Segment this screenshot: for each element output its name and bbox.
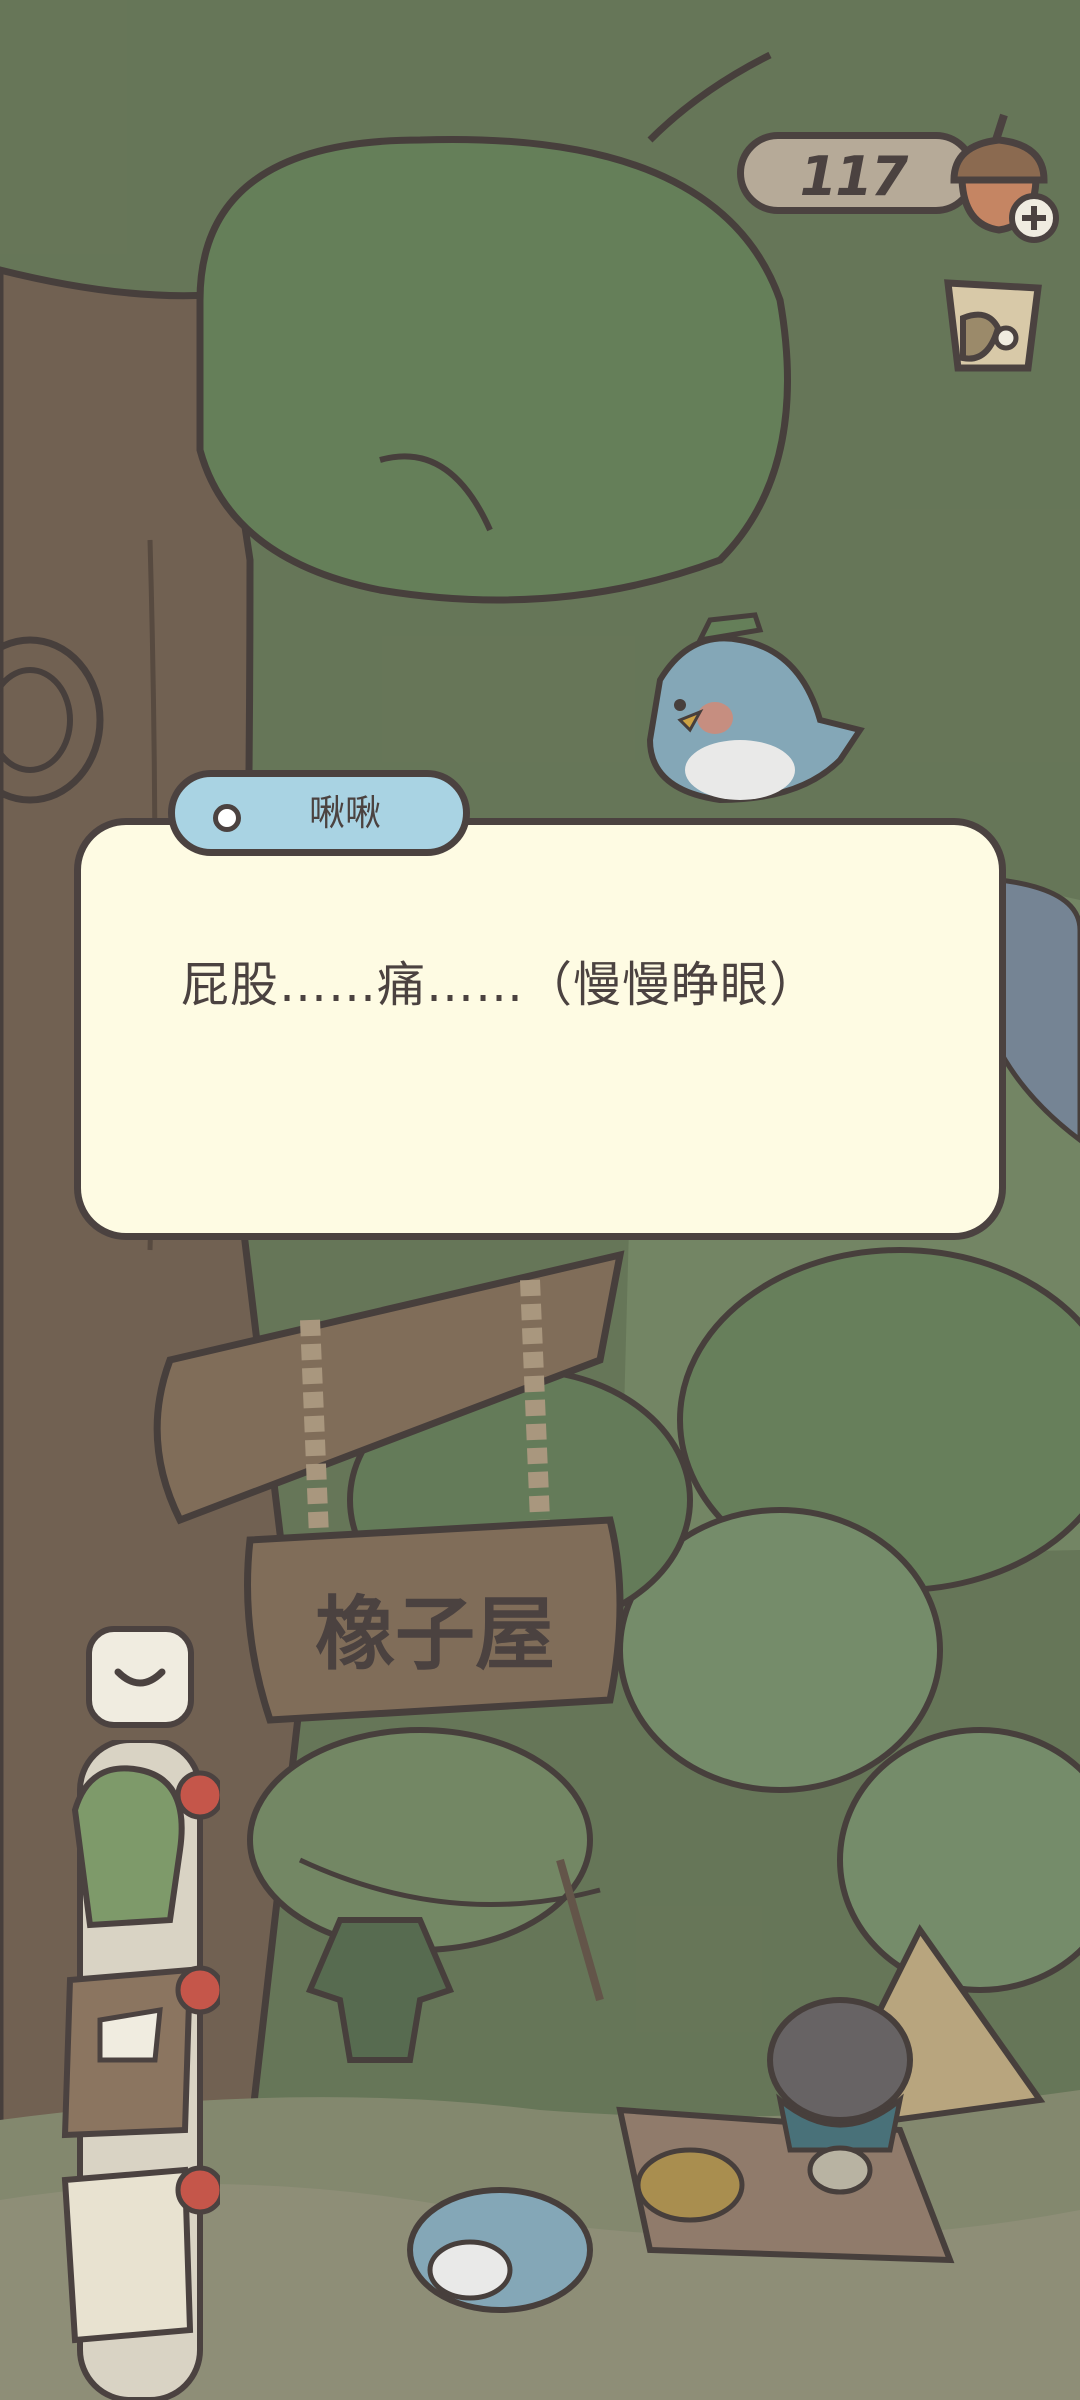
dialog-box[interactable]: 屁股……痛……（慢慢睁眼） — [74, 818, 1006, 1240]
side-menu — [61, 1740, 220, 2400]
acorn-plus-icon[interactable] — [934, 110, 1064, 250]
dialog-text: 屁股……痛……（慢慢睁眼） — [181, 957, 819, 1013]
speaker-tag: 啾啾 — [168, 770, 470, 856]
acorn-count: 117 — [799, 145, 909, 208]
speaker-dot-icon — [213, 804, 241, 832]
acorn-house-sign: 橡子屋 — [315, 1587, 555, 1681]
chevron-down-icon — [114, 1668, 166, 1687]
speaker-name: 啾啾 — [308, 793, 381, 834]
cup-icon[interactable] — [928, 268, 1058, 388]
menu-collapse-button[interactable] — [86, 1626, 194, 1728]
